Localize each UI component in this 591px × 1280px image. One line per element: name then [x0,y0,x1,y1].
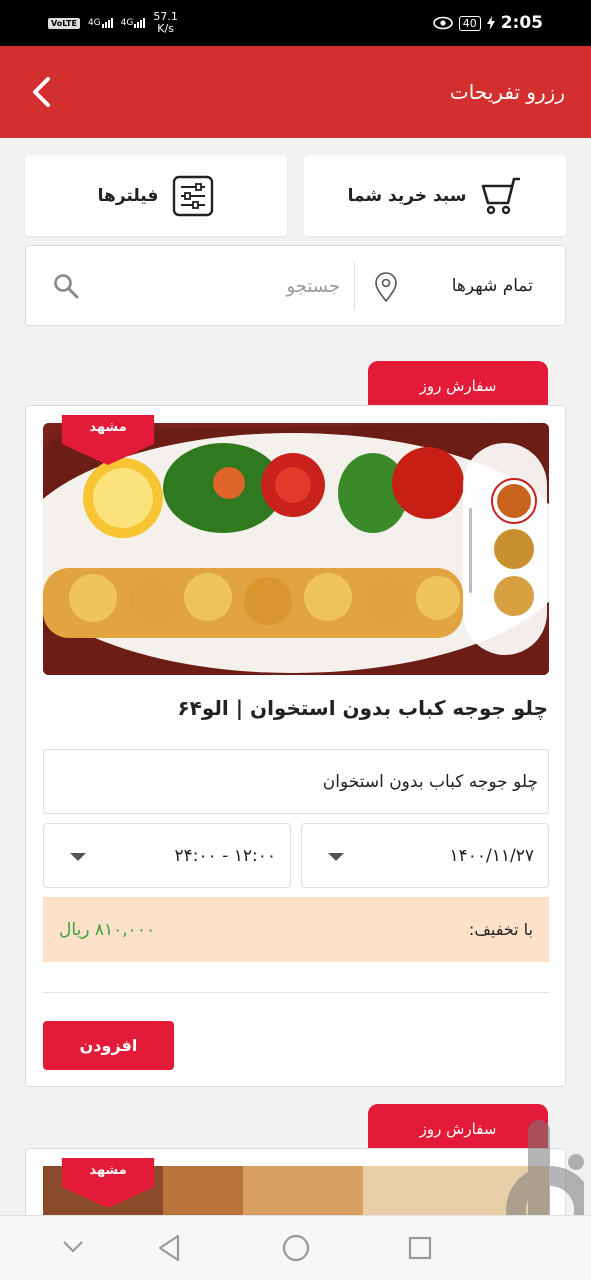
chevron-down-icon [328,853,344,861]
food-title: چلو جوجه کباب بدون استخوان | الو۶۴ [177,696,548,720]
divider [354,262,355,310]
system-nav-bar [0,1215,591,1280]
cart-button[interactable]: سبد خرید شما [304,155,566,236]
search-icon[interactable] [53,273,79,299]
network-speed: 57.1 K/s [153,11,178,35]
filters-label: فیلترها [97,185,159,206]
clock: 2:05 [500,13,543,33]
city-selector[interactable]: تمام شهرها [452,246,533,325]
status-bar: VoLTE 4G 4G 57.1 K/s 40 2:05 [0,0,591,46]
search-box: تمام شهرها [25,245,566,326]
date-value: ۱۴۰۰/۱۱/۲۷ [449,845,534,866]
chevron-down-icon [70,853,86,861]
back-arrow-icon[interactable] [26,77,56,107]
cart-icon [482,177,521,214]
price-bar: با تخفیف: ۸۱۰,۰۰۰ ریال [43,897,549,962]
speed-unit: K/s [157,22,174,35]
signal-icon-2: 4G [121,18,146,28]
signal-icon: 4G [88,18,113,28]
status-left: VoLTE 4G 4G 57.1 K/s [48,11,178,35]
eye-icon [432,16,453,30]
nav-collapse-icon[interactable] [62,1240,84,1254]
location-pin-icon[interactable] [374,272,398,302]
filter-sliders-icon [173,175,214,216]
price-value: ۸۱۰,۰۰۰ ریال [59,919,156,940]
nav-back-icon[interactable] [157,1234,181,1262]
city-badge-label: مشهد [89,420,127,435]
charging-icon [486,16,495,30]
divider [43,992,549,993]
description-field[interactable]: چلو جوجه کباب بدون استخوان [43,749,549,814]
volte-badge: VoLTE [48,17,80,29]
filters-button[interactable]: فیلترها [25,155,287,236]
network-type-2: 4G [120,18,134,28]
time-value: ۱۲:۰۰ - ۲۴:۰۰ [174,845,276,866]
nav-recents-icon[interactable] [408,1236,432,1260]
status-right: 40 2:05 [432,13,543,33]
nav-home-icon[interactable] [282,1234,310,1262]
search-input[interactable] [126,266,340,306]
time-select[interactable]: ۱۲:۰۰ - ۲۴:۰۰ [43,823,291,888]
page-title: رزرو تفریحات [449,80,565,104]
daily-order-tab: سفارش روز [368,361,548,411]
discount-label: با تخفیف: [468,920,533,939]
city-badge: مشهد [60,415,156,465]
app-bar: رزرو تفریحات [0,46,591,138]
cart-label: سبد خرید شما [347,185,467,206]
network-type-1: 4G [87,18,101,28]
city-badge-label-2: مشهد [89,1163,127,1178]
date-select[interactable]: ۱۴۰۰/۱۱/۲۷ [301,823,549,888]
add-button[interactable]: افزودن [43,1021,174,1070]
city-badge-2: مشهد [60,1158,156,1208]
battery-level: 40 [458,15,481,31]
food-card: مشهد چلو جوجه کباب بدون استخوان | الو۶۴ … [25,405,566,1087]
